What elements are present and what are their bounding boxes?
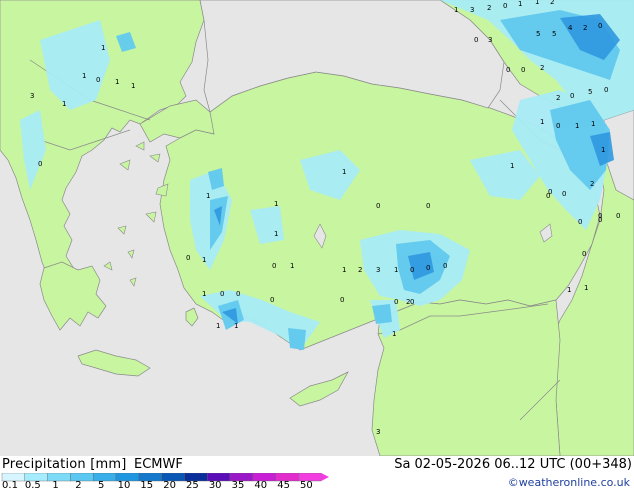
precip-value-label: 1: [394, 266, 398, 274]
precip-value-label: 0: [562, 190, 566, 198]
precip-value-label: 1: [540, 118, 544, 126]
precip-value-label: 0: [426, 264, 430, 272]
precip-value-label: 3: [470, 6, 474, 14]
precip-value-label: 0: [376, 202, 380, 210]
model-name: ECMWF: [134, 457, 183, 472]
precip-value-label: 2: [487, 4, 491, 12]
precip-value-label: 1: [101, 44, 105, 52]
precip-value-label: 3: [488, 36, 492, 44]
credit-link[interactable]: ©weatheronline.co.uk: [508, 476, 630, 489]
precip-value-label: 0: [506, 66, 510, 74]
precip-value-label: 0: [340, 296, 344, 304]
land-levant: [371, 299, 561, 456]
precip-value-label: 0: [578, 218, 582, 226]
precip-value-label: 1: [535, 0, 539, 6]
precip-value-label: 5: [552, 30, 556, 38]
precip-value-label: 1: [202, 256, 206, 264]
precip-value-label: 0: [548, 188, 552, 196]
precip-value-label: 2: [590, 180, 594, 188]
precip-value-label: 0: [598, 212, 602, 220]
precip-value-label: 3: [30, 92, 34, 100]
precip-value-label: 0: [570, 92, 574, 100]
precip-value-label: 0: [556, 122, 560, 130]
map-canvas: 1 3 2 0 1 1 200 35 54 211 0 1 1310 0 22 0 5 01 0 1 112001110…: [0, 0, 634, 456]
precip-value-label: 0: [236, 290, 240, 298]
valid-time: Sa 02-05-2026 06..12 UTC (00+348): [394, 457, 632, 472]
precip-value-label: 1: [115, 78, 119, 86]
precip-value-label: 1: [131, 82, 135, 90]
precip-value-label: 1: [206, 192, 210, 200]
precip-value-label: 2: [358, 266, 362, 274]
precip-value-label: 1: [575, 122, 579, 130]
precip-value-label: 0: [96, 76, 100, 84]
precip-value-label: 3: [376, 266, 380, 274]
legend-title: Precipitation [mm]: [2, 457, 127, 472]
precip-value-label: 1: [342, 168, 346, 176]
precip-value-label: 0: [503, 2, 507, 10]
precip-value-label: 0: [521, 66, 525, 74]
precip-value-label: 0: [394, 298, 398, 306]
precip-value-label: 5: [536, 30, 540, 38]
precip-value-label: 0: [220, 290, 224, 298]
precip-value-label: 5: [588, 88, 592, 96]
precip-value-label: 4: [568, 24, 573, 32]
precip-value-label: 1: [274, 200, 278, 208]
precip-value-label: 1: [584, 284, 588, 292]
precip-value-label: 1: [567, 286, 571, 294]
precip-value-label: 2: [583, 24, 587, 32]
precip-value-label: 0: [272, 262, 276, 270]
precip-value-label: 2: [540, 64, 544, 72]
precip-value-label: 2: [556, 94, 560, 102]
scale-swatch: [92, 473, 117, 482]
scale-swatch: [47, 473, 71, 482]
precip-value-label: 0: [410, 298, 414, 306]
precip-value-label: 0: [443, 262, 447, 270]
precip-value-label: 1: [62, 100, 66, 108]
precip-value-label: 1: [82, 72, 86, 80]
precip-value-label: 1: [591, 120, 595, 128]
scale-swatch: [70, 473, 94, 482]
precip-value-label: 1: [234, 322, 238, 330]
precip-value-label: 3: [376, 428, 380, 436]
precip-value-label: 1: [290, 262, 294, 270]
precip-value-label: 2: [406, 298, 410, 306]
precip-value-label: 0: [616, 212, 620, 220]
scale-arrow: [321, 473, 329, 481]
precipitation-map: 1320112003554211011310022050101112001110…: [0, 0, 634, 491]
precip-value-label: 1: [510, 162, 514, 170]
precip-value-label: 1: [342, 266, 346, 274]
precip-value-label: 0: [186, 254, 190, 262]
precip-value-label: 0: [426, 202, 430, 210]
precip-value-label: 0: [474, 36, 478, 44]
precip-value-label: 2: [550, 0, 554, 6]
precip-value-label: 1: [202, 290, 206, 298]
precip-value-label: 0: [582, 250, 586, 258]
precip-value-label: 0: [38, 160, 42, 168]
precip-value-label: 1: [392, 330, 396, 338]
precip-value-label: 1: [601, 146, 605, 154]
precip-value-label: 1: [216, 322, 220, 330]
precip-value-label: 0: [598, 22, 602, 30]
precip-value-label: 1: [454, 6, 458, 14]
precip-value-label: 0: [604, 86, 608, 94]
precip-value-label: 0: [410, 266, 414, 274]
precip-value-label: 1: [518, 0, 522, 8]
precip-value-label: 0: [270, 296, 274, 304]
precip-value-label: 1: [274, 230, 278, 238]
